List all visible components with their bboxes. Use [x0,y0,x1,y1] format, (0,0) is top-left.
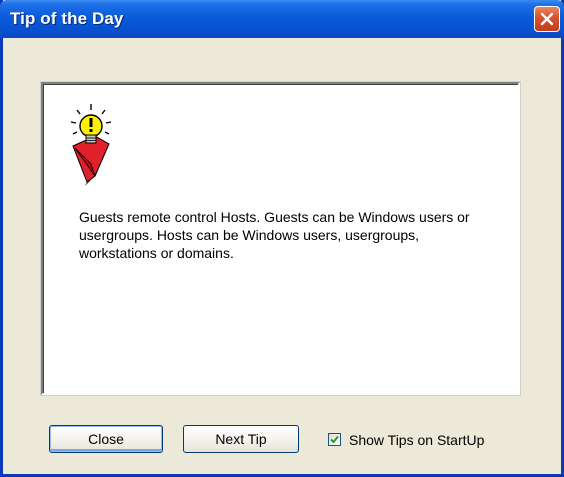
tip-content-panel: Guests remote control Hosts. Guests can … [40,81,521,396]
next-tip-button[interactable]: Next Tip [183,425,299,453]
show-tips-checkbox[interactable] [328,433,341,446]
checkmark-icon [330,435,339,444]
close-x-icon [540,12,554,26]
title-bar[interactable]: Tip of the Day [0,0,564,38]
window-close-button[interactable] [534,6,560,32]
show-tips-label: Show Tips on StartUp [349,432,485,448]
tip-text: Guests remote control Hosts. Guests can … [79,209,470,261]
lightbulb-icon [70,104,112,186]
window-title: Tip of the Day [10,9,124,28]
close-button[interactable]: Close [49,425,163,453]
tip-of-the-day-dialog: Tip of the Day Guests remote control Hos… [0,0,564,477]
